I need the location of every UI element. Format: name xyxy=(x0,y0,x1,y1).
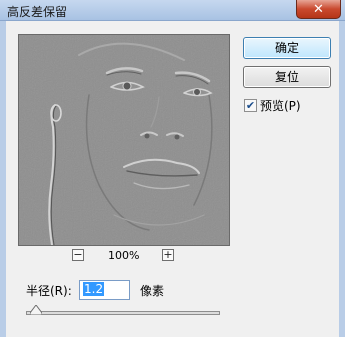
radius-slider-thumb[interactable] xyxy=(29,305,42,315)
preview-option[interactable]: ✔ 预览(P) xyxy=(244,97,301,113)
ok-button[interactable]: 确定 xyxy=(243,37,331,59)
preview-checkbox[interactable]: ✔ xyxy=(244,98,257,112)
reset-button[interactable]: 复位 xyxy=(243,66,331,88)
radius-unit: 像素 xyxy=(140,284,165,298)
radius-slider-track[interactable] xyxy=(26,311,220,315)
zoom-controls: − 100% + xyxy=(70,249,180,263)
preview-frame[interactable] xyxy=(18,34,230,246)
checkmark-icon: ✔ xyxy=(245,98,256,112)
close-icon: ✕ xyxy=(313,1,324,17)
dialog-title: 高反差保留 xyxy=(7,5,68,19)
close-button[interactable]: ✕ xyxy=(296,0,341,19)
preview-image[interactable] xyxy=(19,35,229,245)
preview-checkbox-label: 预览(P) xyxy=(260,98,301,113)
radius-value: 1.2 xyxy=(83,282,105,296)
title-bar: 高反差保留 ✕ xyxy=(0,0,345,21)
radius-input[interactable]: 1.2 xyxy=(79,280,130,300)
zoom-in-button[interactable]: + xyxy=(162,249,174,261)
zoom-out-button[interactable]: − xyxy=(72,249,84,261)
radius-label: 半径(R): xyxy=(26,284,72,298)
zoom-in-icon: + xyxy=(163,248,173,261)
zoom-out-icon: − xyxy=(73,248,83,261)
zoom-level: 100% xyxy=(108,249,140,262)
